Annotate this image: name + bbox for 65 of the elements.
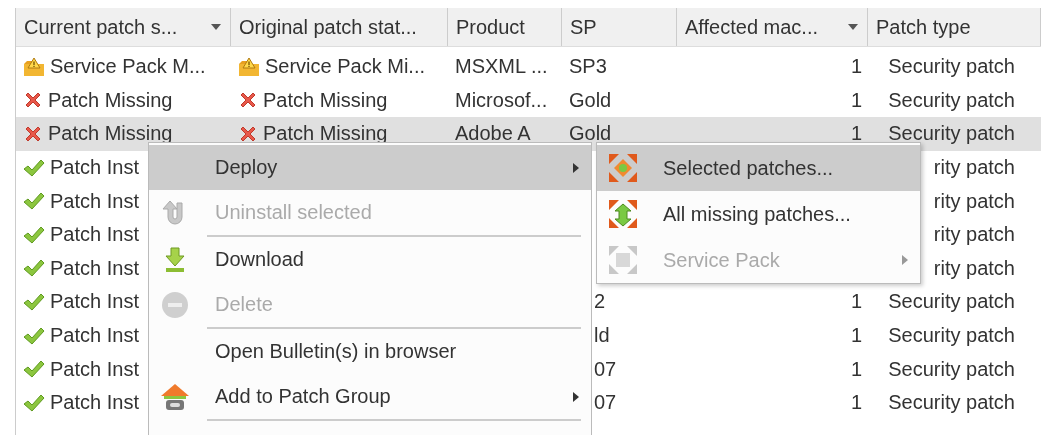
table-cell: 1 <box>850 324 862 348</box>
table-cell: Patch Inst <box>50 156 139 180</box>
table-cell: Patch Inst <box>50 357 139 381</box>
table-cell: ld <box>594 324 610 348</box>
submenu-arrow-icon <box>901 254 909 266</box>
table-cell: Patch Inst <box>50 256 139 280</box>
table-cell: Patch Missing <box>263 88 388 112</box>
table-cell: rity patch <box>933 156 1015 180</box>
table-cell: Security patch <box>888 324 1015 348</box>
table-cell: Security patch <box>888 122 1015 146</box>
table-cell: 2 <box>594 290 606 314</box>
submenu-arrow-icon <box>572 390 580 403</box>
table-cell: 1 <box>850 391 862 415</box>
table-cell: Patch Inst <box>50 290 139 314</box>
table-cell: 1 <box>850 122 862 146</box>
table-cell: Microsof... <box>455 88 548 112</box>
column-header[interactable]: SP <box>562 8 677 46</box>
column-header[interactable]: Affected mac... <box>677 8 868 46</box>
delete-icon <box>161 290 189 319</box>
download-icon <box>163 245 187 274</box>
table-cell: Security patch <box>888 55 1015 79</box>
table-cell: Security patch <box>888 391 1015 415</box>
table-cell: Patch Inst <box>50 189 139 213</box>
menu-item[interactable]: Download <box>149 237 591 282</box>
sort-caret-icon <box>847 23 859 31</box>
column-header[interactable]: Product <box>448 8 562 46</box>
deploy-icon <box>608 153 638 183</box>
table-cell: 1 <box>850 55 862 79</box>
table-cell: Adobe A <box>455 122 531 146</box>
deploy-all-icon <box>608 199 638 229</box>
column-header[interactable]: Current patch s... <box>16 8 231 46</box>
table-cell: 1 <box>850 290 862 314</box>
submenu-arrow-icon <box>572 161 580 174</box>
table-cell: Patch Missing <box>48 88 173 112</box>
table-cell: SP3 <box>569 55 607 79</box>
table-cell: 1 <box>850 88 862 112</box>
table-cell: rity patch <box>933 256 1015 280</box>
service-pack-icon <box>608 245 638 275</box>
table-cell: Patch Inst <box>50 391 139 415</box>
table-cell: rity patch <box>933 189 1015 213</box>
column-header[interactable]: Patch type <box>868 8 1041 46</box>
table-cell: Gold <box>569 88 612 112</box>
table-cell: 1 <box>850 357 862 381</box>
table-cell: Service Pack M... <box>50 55 206 79</box>
table-cell: 07 <box>594 391 617 415</box>
table-cell: Patch Missing <box>48 122 173 146</box>
menu-item[interactable]: Selected patches... <box>597 145 920 191</box>
add-to-group-icon <box>160 382 190 411</box>
table-cell: Patch Missing <box>263 122 388 146</box>
table-cell: Service Pack Mi... <box>265 55 426 79</box>
table-cell: Security patch <box>888 88 1015 112</box>
table-cell: Gold <box>569 122 612 146</box>
table-cell: Security patch <box>888 290 1015 314</box>
table-cell: Security patch <box>888 357 1015 381</box>
table-cell: Patch Inst <box>50 324 139 348</box>
table-cell: 07 <box>594 357 617 381</box>
menu-item[interactable]: Add to Patch Group <box>149 374 591 419</box>
sort-caret-icon <box>210 23 222 31</box>
table-cell: Patch Inst <box>50 223 139 247</box>
menu-item[interactable]: Open Bulletin(s) in browser <box>149 329 591 374</box>
table-cell: MSXML ... <box>455 55 548 79</box>
table-cell: rity patch <box>933 223 1015 247</box>
menu-item[interactable]: Deploy <box>149 145 591 190</box>
column-header[interactable]: Original patch stat... <box>231 8 448 46</box>
menu-item[interactable]: All missing patches... <box>597 191 920 237</box>
